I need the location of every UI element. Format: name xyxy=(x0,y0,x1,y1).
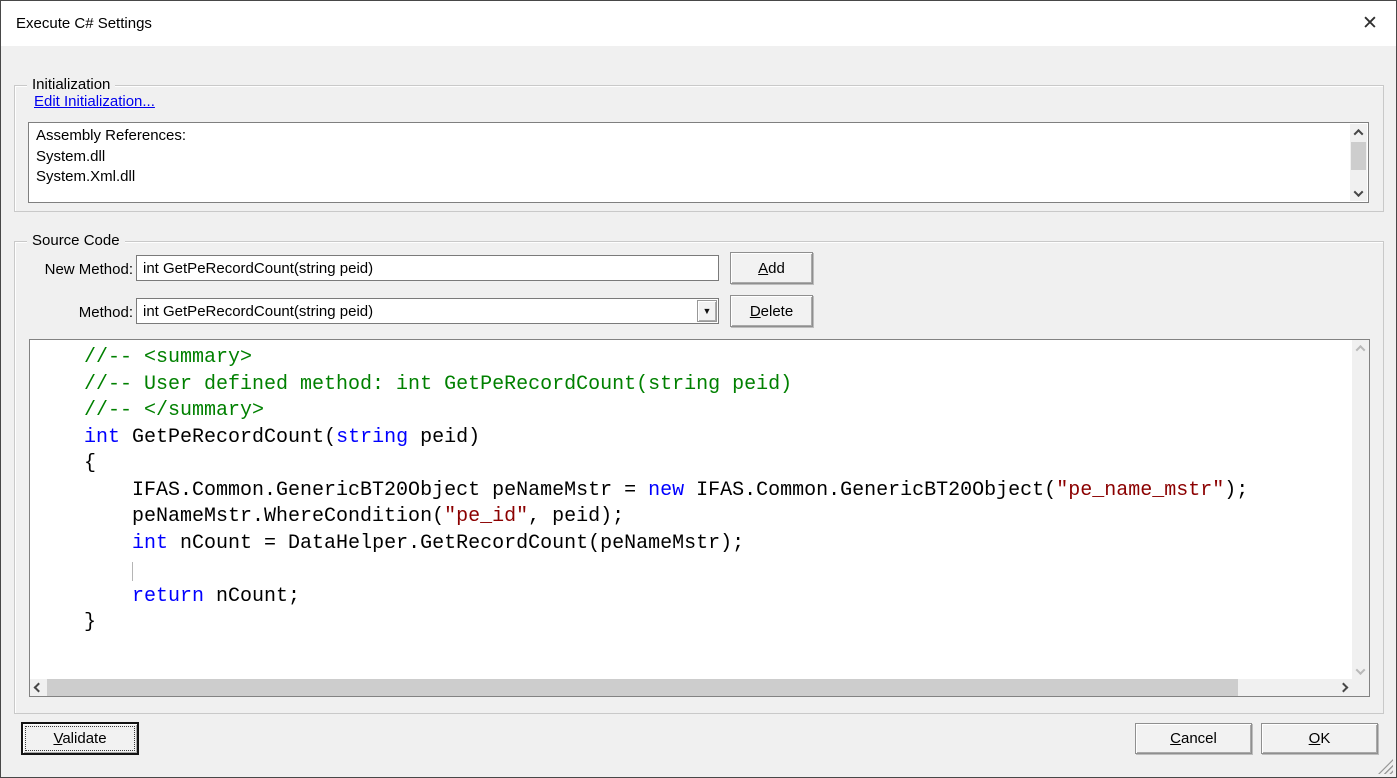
code-line: int nCount = DataHelper.GetRecordCount(p… xyxy=(36,531,1352,558)
scroll-up-button[interactable] xyxy=(1350,124,1367,140)
assembly-list: Assembly References:System.dllSystem.Xml… xyxy=(36,126,1344,188)
dialog-execute-csharp-settings: Execute C# Settings ✕ Initialization Edi… xyxy=(0,0,1397,778)
initialization-group: Initialization Edit Initialization... As… xyxy=(14,85,1384,212)
code-line: peNameMstr.WhereCondition("pe_id", peid)… xyxy=(36,504,1352,531)
hscroll-left-button[interactable] xyxy=(30,679,47,696)
hscroll-right-button[interactable] xyxy=(1335,679,1352,696)
dropdown-arrow-icon: ▼ xyxy=(703,306,712,316)
edit-initialization-link[interactable]: Edit Initialization... xyxy=(34,93,155,110)
resize-grip[interactable] xyxy=(1378,759,1393,774)
validate-button-label: Validate xyxy=(53,730,106,747)
chevron-left-icon xyxy=(34,683,44,693)
assembly-references-box[interactable]: Assembly References:System.dllSystem.Xml… xyxy=(28,122,1369,203)
chevron-right-icon xyxy=(1339,683,1349,693)
code-editor-content[interactable]: //-- <summary> //-- User defined method:… xyxy=(30,340,1352,679)
add-button-label: Add xyxy=(758,260,785,277)
scroll-down-button[interactable] xyxy=(1350,185,1367,201)
delete-button-label: Delete xyxy=(750,303,793,320)
add-button[interactable]: Add xyxy=(730,252,813,284)
ok-button-label: OK xyxy=(1309,730,1331,747)
init-vscrollbar[interactable] xyxy=(1350,124,1367,201)
method-combobox-value: int GetPeRecordCount(string peid) xyxy=(137,303,696,320)
new-method-input[interactable] xyxy=(136,255,719,281)
text-caret xyxy=(132,562,133,581)
hscroll-thumb[interactable] xyxy=(47,679,1238,696)
chevron-down-icon xyxy=(1354,187,1364,197)
validate-button[interactable]: Validate xyxy=(21,722,139,755)
hscroll-track[interactable] xyxy=(47,679,1335,696)
code-line: IFAS.Common.GenericBT20Object peNameMstr… xyxy=(36,478,1352,505)
chevron-down-icon xyxy=(1356,665,1366,675)
code-line: //-- </summary> xyxy=(36,398,1352,425)
assembly-line: System.Xml.dll xyxy=(36,167,1344,188)
init-scroll-thumb[interactable] xyxy=(1351,142,1366,170)
assembly-line: System.dll xyxy=(36,147,1344,168)
code-vscrollbar[interactable] xyxy=(1352,340,1369,679)
code-line xyxy=(36,557,1352,584)
assembly-line: Assembly References: xyxy=(36,126,1344,147)
code-line: return nCount; xyxy=(36,584,1352,611)
delete-button[interactable]: Delete xyxy=(730,295,813,327)
code-line: //-- <summary> xyxy=(36,345,1352,372)
code-line: } xyxy=(36,610,1352,637)
cancel-button[interactable]: Cancel xyxy=(1135,723,1252,754)
combobox-dropdown-button[interactable]: ▼ xyxy=(697,300,717,322)
source-code-group: Source Code New Method: Add Method: int … xyxy=(14,241,1384,714)
dialog-body: Initialization Edit Initialization... As… xyxy=(1,46,1396,777)
scrollbar-corner xyxy=(1352,679,1369,696)
new-method-label: New Method: xyxy=(17,261,133,278)
code-scroll-up-button[interactable] xyxy=(1352,340,1369,356)
window-title: Execute C# Settings xyxy=(16,1,152,46)
source-code-group-label: Source Code xyxy=(27,232,125,250)
method-combobox[interactable]: int GetPeRecordCount(string peid) ▼ xyxy=(136,298,719,324)
cancel-button-label: Cancel xyxy=(1170,730,1217,747)
chevron-up-icon xyxy=(1356,344,1366,354)
title-bar[interactable]: Execute C# Settings ✕ xyxy=(1,1,1396,46)
initialization-group-label: Initialization xyxy=(27,76,115,94)
chevron-up-icon xyxy=(1354,128,1364,138)
method-label: Method: xyxy=(17,304,133,321)
code-line: //-- User defined method: int GetPeRecor… xyxy=(36,372,1352,399)
code-line: { xyxy=(36,451,1352,478)
close-icon: ✕ xyxy=(1362,13,1378,34)
code-scroll-down-button[interactable] xyxy=(1352,663,1369,679)
close-button[interactable]: ✕ xyxy=(1354,9,1386,39)
ok-button[interactable]: OK xyxy=(1261,723,1378,754)
code-editor: //-- <summary> //-- User defined method:… xyxy=(29,339,1370,697)
code-line: int GetPeRecordCount(string peid) xyxy=(36,425,1352,452)
code-hscrollbar[interactable] xyxy=(30,679,1352,696)
